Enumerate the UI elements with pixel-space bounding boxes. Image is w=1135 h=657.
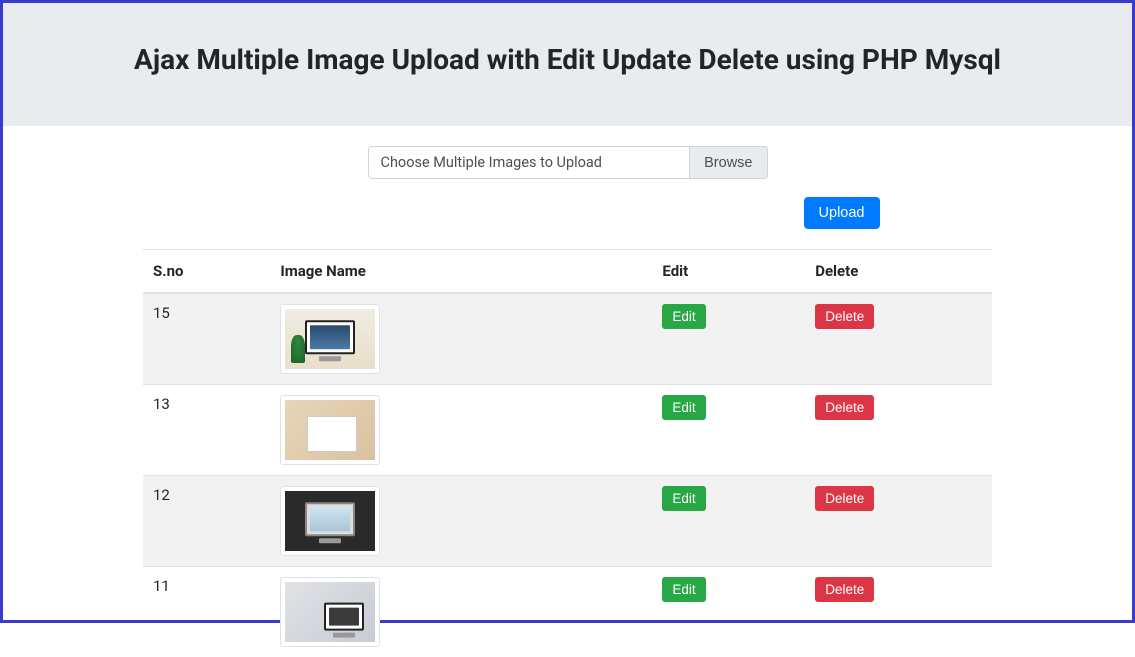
image-thumbnail[interactable] (280, 304, 380, 374)
cell-image (270, 567, 652, 657)
cell-delete: Delete (805, 385, 992, 476)
col-header-sno: S.no (143, 250, 270, 294)
col-header-edit: Edit (652, 250, 805, 294)
upload-row: Upload (256, 197, 880, 229)
col-header-image-name: Image Name (270, 250, 652, 294)
table-row: 11 Edit Delete (143, 567, 992, 657)
cell-delete: Delete (805, 567, 992, 657)
edit-button[interactable]: Edit (662, 395, 705, 420)
cell-sno: 13 (143, 385, 270, 476)
table-row: 13 Edit Delete (143, 385, 992, 476)
edit-button[interactable]: Edit (662, 577, 705, 602)
cell-sno: 11 (143, 567, 270, 657)
header-band: Ajax Multiple Image Upload with Edit Upd… (3, 3, 1132, 126)
cell-image (270, 385, 652, 476)
image-thumbnail[interactable] (280, 486, 380, 556)
table-row: 15 Edit Delete (143, 293, 992, 385)
delete-button[interactable]: Delete (815, 395, 874, 420)
cell-edit: Edit (652, 385, 805, 476)
delete-button[interactable]: Delete (815, 486, 874, 511)
delete-button[interactable]: Delete (815, 577, 874, 602)
col-header-delete: Delete (805, 250, 992, 294)
cell-delete: Delete (805, 293, 992, 385)
edit-button[interactable]: Edit (662, 304, 705, 329)
cell-image (270, 476, 652, 567)
page-title: Ajax Multiple Image Upload with Edit Upd… (23, 43, 1112, 76)
cell-sno: 12 (143, 476, 270, 567)
cell-edit: Edit (652, 293, 805, 385)
image-thumbnail[interactable] (280, 577, 380, 647)
file-input-group: Choose Multiple Images to Upload Browse (368, 146, 768, 179)
upload-button[interactable]: Upload (804, 197, 880, 229)
edit-button[interactable]: Edit (662, 486, 705, 511)
file-input-row: Choose Multiple Images to Upload Browse (143, 146, 992, 179)
images-table: S.no Image Name Edit Delete 15 (143, 249, 992, 657)
cell-edit: Edit (652, 567, 805, 657)
cell-sno: 15 (143, 293, 270, 385)
file-input[interactable]: Choose Multiple Images to Upload (368, 146, 691, 179)
cell-delete: Delete (805, 476, 992, 567)
cell-image (270, 293, 652, 385)
table-row: 12 Edit Delete (143, 476, 992, 567)
browse-button[interactable]: Browse (690, 146, 767, 179)
main-content: Choose Multiple Images to Upload Browse … (3, 126, 1132, 657)
image-thumbnail[interactable] (280, 395, 380, 465)
cell-edit: Edit (652, 476, 805, 567)
delete-button[interactable]: Delete (815, 304, 874, 329)
